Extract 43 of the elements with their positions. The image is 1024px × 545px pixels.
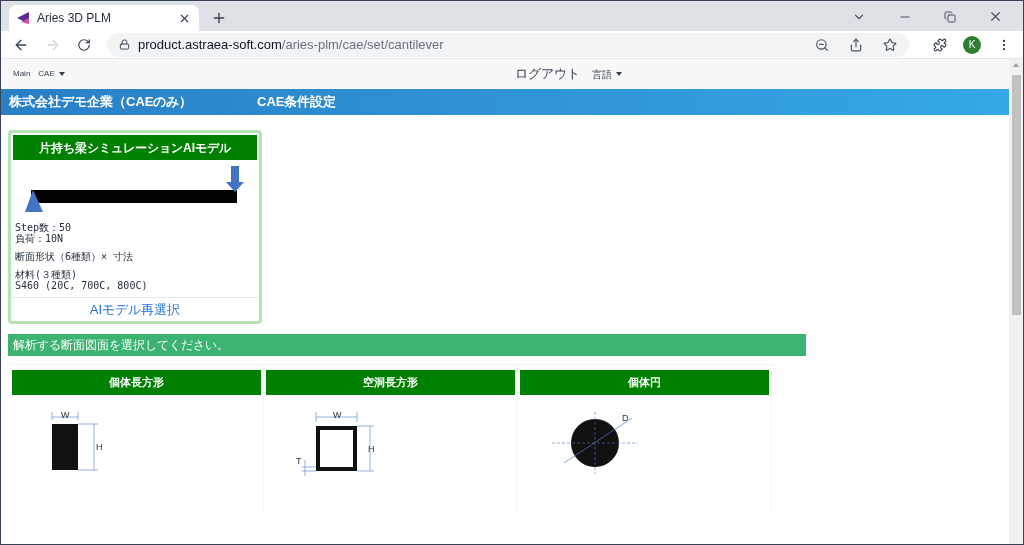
- dimension-label: W: [61, 410, 70, 420]
- dimension-label: W: [333, 410, 342, 420]
- dimension-label: D: [622, 413, 629, 423]
- reselect-link[interactable]: AIモデル再選択: [89, 299, 181, 320]
- share-icon[interactable]: [849, 37, 863, 52]
- star-icon[interactable]: [883, 37, 897, 52]
- reload-icon[interactable]: [77, 37, 91, 52]
- shape-card[interactable]: 個体長方形 W H: [10, 365, 264, 515]
- nav-dropdown[interactable]: 言語: [591, 66, 622, 82]
- card-title: 片持ち梁シミュレーションAIモデル: [39, 139, 231, 157]
- zoom-out-icon[interactable]: [815, 37, 829, 52]
- card-title: 空洞長方形: [363, 375, 418, 391]
- nav-link[interactable]: ログアウト: [514, 64, 580, 84]
- spec-text: 負荷：10N: [15, 233, 65, 244]
- extensions-icon[interactable]: [933, 37, 947, 52]
- lock-icon: [119, 39, 130, 50]
- banner-text: 解析する断面図面を選択してください。: [13, 337, 229, 354]
- profile-avatar[interactable]: K: [963, 35, 981, 54]
- nav-link[interactable]: Main: [13, 68, 31, 80]
- close-icon[interactable]: [988, 9, 1003, 24]
- spec-text: 材料(３種類): [15, 269, 79, 280]
- address-bar[interactable]: product.astraea-soft.com/aries-plm/cae/set/cantilever: [107, 32, 909, 57]
- dimension-label: T: [296, 456, 302, 466]
- new-tab-icon[interactable]: [211, 10, 227, 26]
- dimension-label: H: [96, 442, 103, 452]
- tab-title: Aries 3D PLM: [37, 10, 113, 27]
- card-title: 個体円: [628, 375, 661, 391]
- page-title: CAE条件設定: [257, 93, 337, 112]
- spec-text: S460 (20C, 700C, 800C): [15, 280, 149, 291]
- dimension-label: H: [368, 444, 375, 454]
- logo-icon: [17, 12, 29, 24]
- spec-text: Step数：50: [15, 222, 73, 233]
- shape-card[interactable]: 個体円 D: [518, 365, 772, 515]
- shape-card[interactable]: 空洞長方形 W H T: [264, 365, 518, 515]
- browser-tab[interactable]: Aries 3D PLM: [9, 5, 199, 31]
- nav-dropdown[interactable]: CAE: [38, 68, 65, 80]
- spec-text: 断面形状（6種類）× 寸法: [15, 251, 135, 262]
- url-text: product.astraea-soft.com/aries-plm/cae/set/cantilever: [138, 35, 445, 54]
- card-title: 個体長方形: [109, 375, 164, 391]
- company-name: 株式会社デモ企業（CAEのみ）: [9, 93, 194, 112]
- restore-icon[interactable]: [944, 10, 956, 23]
- caret-icon: [615, 72, 622, 76]
- caret-icon: [58, 72, 65, 76]
